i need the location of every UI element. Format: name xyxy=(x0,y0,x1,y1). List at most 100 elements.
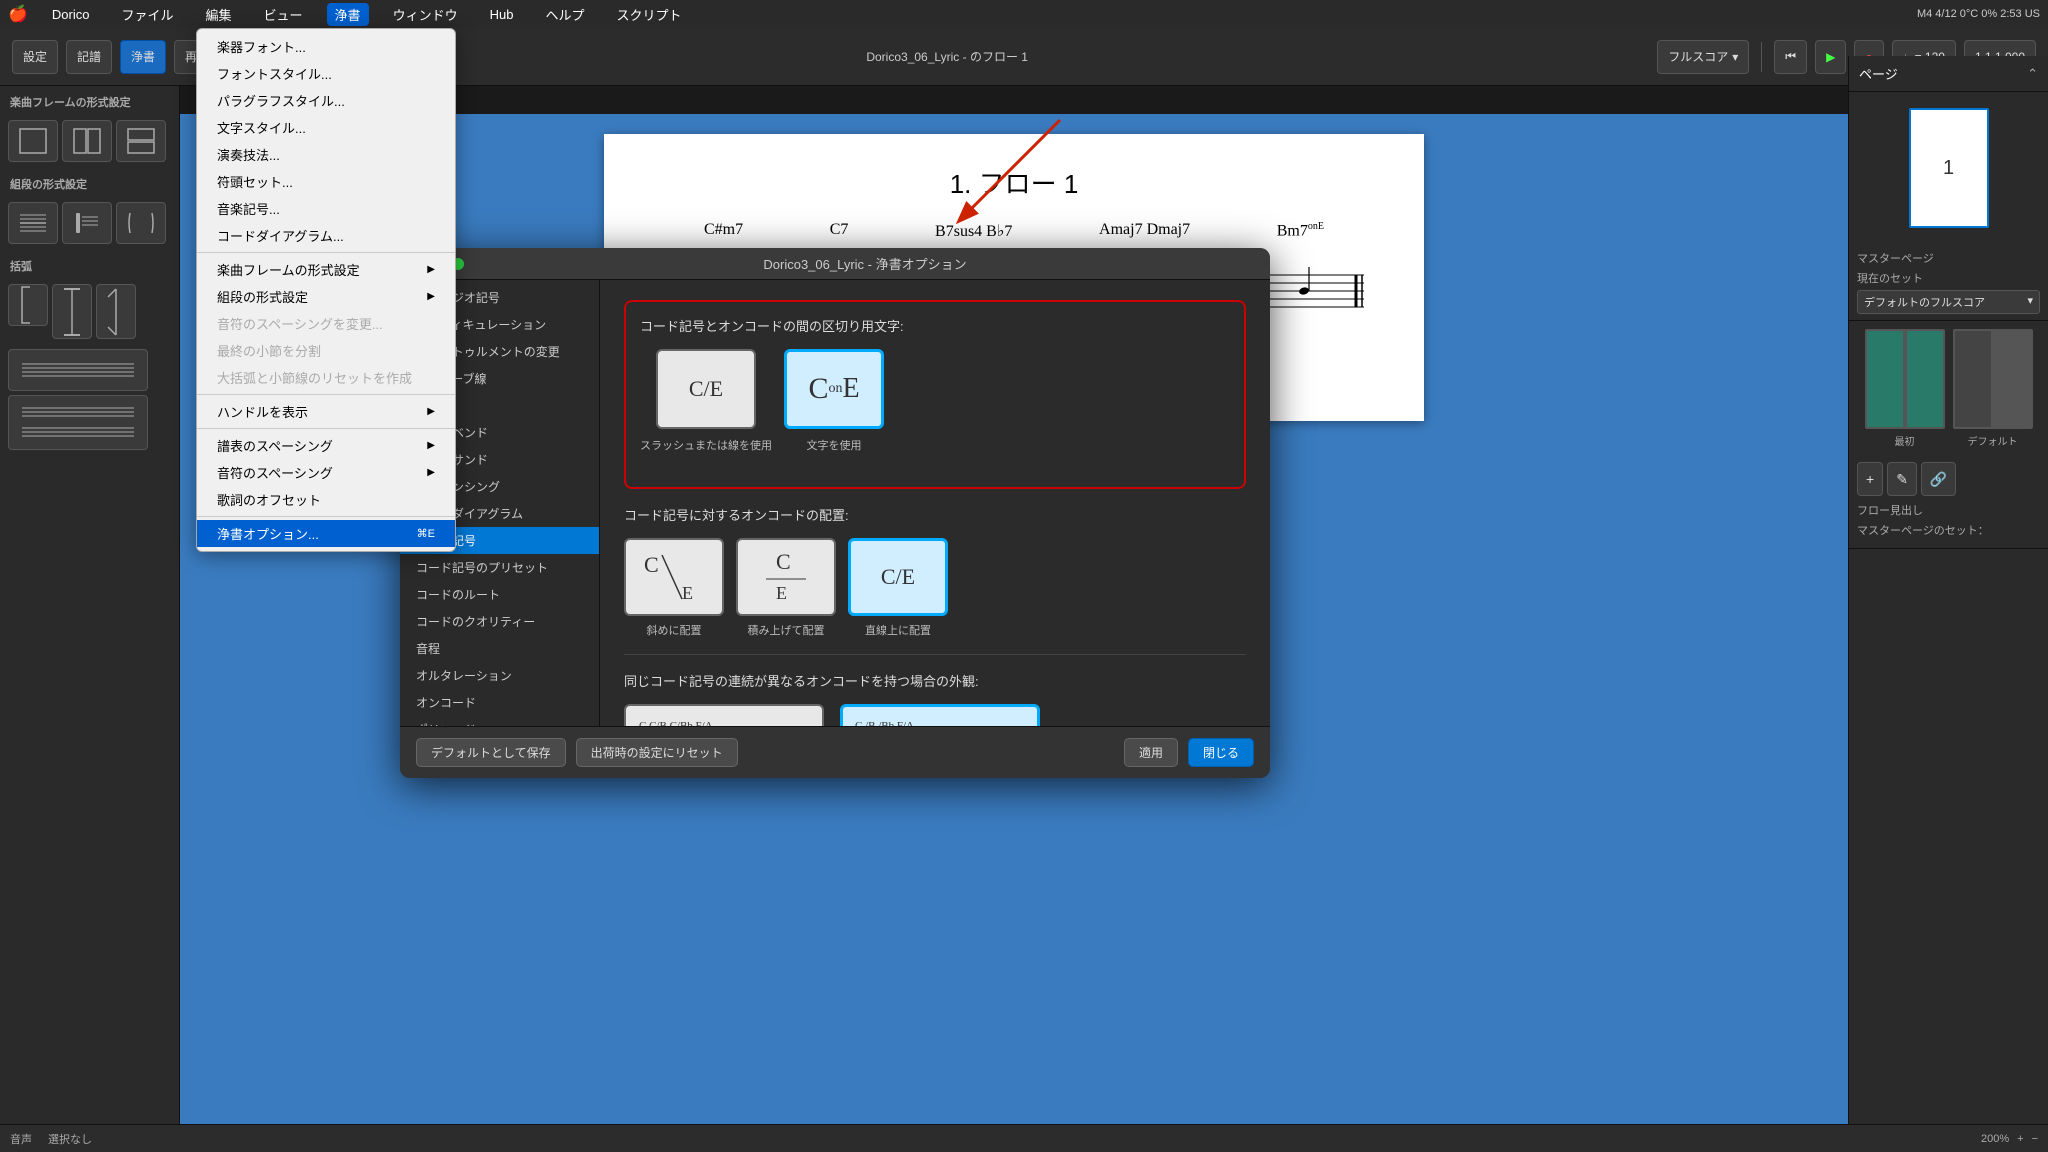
repeat-chord-option2[interactable]: C /B /Bb F/A xyxy=(840,704,1040,726)
sidebar-btn-stave1[interactable] xyxy=(8,349,148,391)
menu-lyrics-offset[interactable]: 歌詞のオフセット xyxy=(197,486,455,513)
modal-sidebar-chord-root[interactable]: コードのルート xyxy=(400,581,599,608)
master-page-thumb-default[interactable] xyxy=(1953,329,2033,429)
menu-character-style[interactable]: 文字スタイル... xyxy=(197,114,455,141)
right-panel-expand[interactable]: ⌃ xyxy=(2027,66,2038,82)
modal-sidebar-alteration[interactable]: オルタレーション xyxy=(400,662,599,689)
menu-staff-spacing[interactable]: 譜表のスペーシング xyxy=(197,432,455,459)
menu-playing-technique[interactable]: 演奏技法... xyxy=(197,141,455,168)
right-panel: ページ ⌃ 1 マスターページ 現在のセット デフォルトのフルスコア ▾ 最初 xyxy=(1848,56,2048,1124)
sidebar-btn-bracket3[interactable] xyxy=(96,284,136,339)
placement-diagonal: C E 斜めに配置 xyxy=(624,538,724,638)
sidebar-btn-group3[interactable] xyxy=(116,202,166,244)
rp-current-set-dropdown[interactable]: デフォルトのフルスコア ▾ xyxy=(1857,290,2040,314)
score-title: 1. フロー 1 xyxy=(644,164,1384,201)
master-page-first-label: 最初 xyxy=(1895,433,1915,448)
tab-setup[interactable]: 設定 xyxy=(12,40,58,74)
modal-btn-close[interactable]: 閉じる xyxy=(1188,738,1254,767)
chord-option-text-label: 文字を使用 xyxy=(807,437,862,453)
zoom-out-btn[interactable]: − xyxy=(2032,1133,2038,1145)
menu-engraving-options[interactable]: 浄書オプション... ⌘E xyxy=(197,520,455,547)
chord-c-sharp-m7: C#m7 xyxy=(704,221,743,241)
modal-btn-reset[interactable]: 出荷時の設定にリセット xyxy=(576,738,738,767)
menu-font-style[interactable]: フォントスタイル... xyxy=(197,60,455,87)
placement-diagonal-box[interactable]: C E xyxy=(624,538,724,616)
svg-text:C: C xyxy=(776,549,791,574)
menubar-script[interactable]: スクリプト xyxy=(608,3,689,26)
menubar-file[interactable]: ファイル xyxy=(114,3,182,26)
sidebar-btn-group2[interactable] xyxy=(62,202,112,244)
rp-edit-btn[interactable]: ✎ xyxy=(1887,462,1917,496)
menubar-help[interactable]: ヘルプ xyxy=(537,3,592,26)
menu-reset-brackets: 大括弧と小節線のリセットを作成 xyxy=(197,364,455,391)
placement-inline: C/E 直線上に配置 xyxy=(848,538,948,638)
modal-sidebar-on-chord[interactable]: オンコード xyxy=(400,689,599,716)
sidebar-btn-bracket2[interactable] xyxy=(52,284,92,339)
sidebar-btn-frame1[interactable] xyxy=(8,120,58,162)
menubar-dorico[interactable]: Dorico xyxy=(44,5,98,24)
zoom-level: 200% xyxy=(1981,1133,2009,1145)
page-thumbnail-1[interactable]: 1 xyxy=(1909,108,1989,228)
menu-show-handles[interactable]: ハンドルを表示 xyxy=(197,398,455,425)
rp-master-page-label: マスターページ xyxy=(1857,250,2040,266)
tab-engrave[interactable]: 浄書 xyxy=(120,40,166,74)
menu-notehead-set[interactable]: 符頭セット... xyxy=(197,168,455,195)
sidebar-btn-frame3[interactable] xyxy=(116,120,166,162)
menubar-right-info: M4 4/12 0°C 0% 2:53 US xyxy=(1917,8,2040,20)
modal-titlebar: Dorico3_06_Lyric - 浄書オプション xyxy=(400,248,1270,280)
menu-music-symbol[interactable]: 音楽記号... xyxy=(197,195,455,222)
chord-symbols-row: C#m7 C7 B7sus4 B♭7 Amaj7 Dmaj7 Bm7onE xyxy=(644,221,1384,245)
modal-btn-apply[interactable]: 適用 xyxy=(1124,738,1178,767)
menubar-window[interactable]: ウィンドウ xyxy=(385,3,466,26)
master-page-default-label: デフォルト xyxy=(1968,433,2018,448)
statusbar: 音声 選択なし 200% + − xyxy=(0,1124,2048,1152)
menu-instrument-font[interactable]: 楽器フォント... xyxy=(197,33,455,60)
transport-play[interactable]: ▶ xyxy=(1815,40,1846,74)
menu-music-frame[interactable]: 楽曲フレームの形式設定 xyxy=(197,256,455,283)
chord-option-slash: C/E スラッシュまたは線を使用 xyxy=(640,349,772,453)
menu-system-format[interactable]: 組段の形式設定 xyxy=(197,283,455,310)
chord-option-text: ConE 文字を使用 xyxy=(784,349,884,453)
tab-write[interactable]: 記譜 xyxy=(66,40,112,74)
menubar-edit[interactable]: 編集 xyxy=(198,3,240,26)
chord-option-slash-label: スラッシュまたは線を使用 xyxy=(640,437,772,453)
menu-note-spacing2[interactable]: 音符のスペーシング xyxy=(197,459,455,486)
menubar-engrave[interactable]: 浄書 xyxy=(327,3,369,26)
modal-sidebar-chord-preset[interactable]: コード記号のプリセット xyxy=(400,554,599,581)
sidebar-title-group: 組段の形式設定 xyxy=(0,168,179,196)
placement-section-label: コード記号に対するオンコードの配置: xyxy=(624,505,1246,524)
sidebar-btn-group1[interactable] xyxy=(8,202,58,244)
menubar-view[interactable]: ビュー xyxy=(256,3,311,26)
menubar-hub[interactable]: Hub xyxy=(482,5,522,24)
sidebar-btn-bracket1[interactable] xyxy=(8,284,48,326)
chord-separator-options: C/E スラッシュまたは線を使用 ConE 文字を使用 xyxy=(640,349,1230,453)
menu-divider-2 xyxy=(197,394,455,395)
transport-rewind[interactable]: ⏮ xyxy=(1774,40,1807,74)
placement-inline-box[interactable]: C/E xyxy=(848,538,948,616)
status-right: 選択なし xyxy=(48,1131,92,1147)
sidebar-btn-stave2[interactable] xyxy=(8,395,148,450)
repeat-chord-option1[interactable]: C C/B C/Bb F/A xyxy=(624,704,824,726)
modal-sidebar-interval[interactable]: 音程 xyxy=(400,635,599,662)
sidebar-btn-frame2[interactable] xyxy=(62,120,112,162)
modal-sidebar-chord-quality[interactable]: コードのクオリティー xyxy=(400,608,599,635)
modal-title: Dorico3_06_Lyric - 浄書オプション xyxy=(472,254,1258,273)
chord-bm7: Bm7onE xyxy=(1277,221,1324,241)
score-view-selector[interactable]: フルスコア ▾ xyxy=(1657,40,1749,74)
master-page-thumb-first[interactable] xyxy=(1865,329,1945,429)
sidebar-bracket-buttons xyxy=(0,278,179,456)
zoom-in-btn[interactable]: + xyxy=(2017,1133,2023,1145)
placement-diagonal-label: 斜めに配置 xyxy=(647,622,702,638)
chord-card-slash[interactable]: C/E xyxy=(656,349,756,429)
chord-card-text[interactable]: ConE xyxy=(784,349,884,429)
window-title: Dorico3_06_Lyric - のフロー 1 xyxy=(866,48,1028,65)
menu-divider-3 xyxy=(197,428,455,429)
rp-link-btn[interactable]: 🔗 xyxy=(1921,462,1956,496)
right-panel-header: ページ ⌃ xyxy=(1849,56,2048,92)
rp-add-btn[interactable]: + xyxy=(1857,462,1883,496)
menu-chord-diagram[interactable]: コードダイアグラム... xyxy=(197,222,455,249)
menu-paragraph-style[interactable]: パラグラフスタイル... xyxy=(197,87,455,114)
placement-stacked-box[interactable]: C E xyxy=(736,538,836,616)
modal-sidebar-poly-chord[interactable]: ポリコード xyxy=(400,716,599,726)
modal-btn-default[interactable]: デフォルトとして保存 xyxy=(416,738,566,767)
